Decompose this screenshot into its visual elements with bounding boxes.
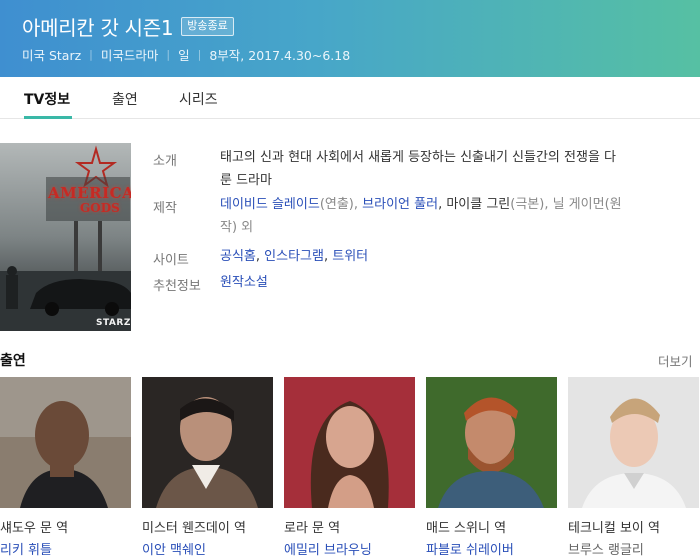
cast-actor-link[interactable]: 파블로 쉬레이버	[426, 539, 514, 558]
portrait-image	[284, 377, 415, 508]
cast-photo[interactable]	[142, 377, 273, 508]
cast-role: 매드 스위니 역	[426, 521, 507, 536]
meta-separator: |	[89, 48, 93, 61]
intro-label: 소개	[153, 154, 177, 169]
intro-line-2: 룬 드라마	[220, 173, 272, 188]
site-label: 사이트	[153, 253, 189, 268]
site-link-instagram[interactable]: 인스타그램	[264, 249, 324, 264]
portrait-image	[426, 377, 557, 508]
poster-brand-logo: STARZ	[96, 318, 131, 328]
site-link-official[interactable]: 공식홈	[220, 249, 256, 264]
original-role-open: (원	[604, 197, 622, 212]
site-separator: ,	[323, 249, 333, 264]
header-banner: 아메리칸 갓 시즌1 방송종료 미국 Starz | 미국드라마 | 일 | 8…	[0, 0, 700, 77]
intro-text: 태고의 신과 현대 사회에서 새롭게 등장하는 신출내기 신들간의 전쟁을 다 …	[220, 146, 680, 192]
portrait-image	[142, 377, 273, 508]
meta-day: 일	[178, 48, 190, 63]
site-link-twitter[interactable]: 트위터	[332, 249, 368, 264]
cast-role: 테크니컬 보이 역	[568, 521, 660, 536]
portrait-image	[568, 377, 699, 508]
recommend-text: 원작소설	[220, 271, 268, 294]
program-meta: 미국 Starz | 미국드라마 | 일 | 8부작, 2017.4.30~6.…	[22, 45, 350, 64]
site-links: 공식홈, 인스타그램, 트위터	[220, 245, 368, 268]
intro-line-1: 태고의 신과 현대 사회에서 새롭게 등장하는 신출내기 신들간의 전쟁을 다	[220, 150, 616, 165]
title-row: 아메리칸 갓 시즌1 방송종료	[22, 12, 234, 41]
cast-actor-name: 브루스 랭글리	[568, 543, 644, 558]
status-badge: 방송종료	[181, 17, 234, 36]
director-link-1[interactable]: 데이비드 슬레이드	[220, 197, 320, 212]
poster-sign-text-2: GODS	[80, 201, 120, 215]
production-label: 제작	[153, 201, 177, 216]
cast-role: 로라 문 역	[284, 521, 341, 536]
cast-actor-link[interactable]: 이안 맥쉐인	[142, 539, 206, 558]
meta-genre: 미국드라마	[100, 48, 159, 63]
page-title[interactable]: 아메리칸 갓 시즌1	[22, 12, 174, 41]
original-role-close: 작) 외	[220, 220, 254, 235]
production-text: 데이비드 슬레이드(연출), 브라이언 풀러, 마이클 그린(극본), 닐 게이…	[220, 193, 690, 239]
tab-tv-info[interactable]: TV정보	[24, 89, 70, 109]
meta-separator: |	[166, 48, 171, 61]
cast-role: 섀도우 문 역	[0, 521, 69, 536]
cast-role: 미스터 웬즈데이 역	[142, 521, 246, 536]
more-link[interactable]: 더보기	[658, 351, 693, 370]
cast-photo[interactable]	[568, 377, 699, 508]
cast-heading: 출연	[0, 353, 26, 369]
active-tab-indicator	[24, 116, 72, 119]
director-role: (연출),	[319, 197, 363, 212]
meta-channel: 미국 Starz	[22, 48, 82, 63]
recommend-link-novel[interactable]: 원작소설	[220, 275, 268, 290]
meta-episodes: 8부작, 2017.4.30~6.18	[209, 48, 351, 63]
poster-image[interactable]: AMERICAN GODS STARZ	[0, 143, 131, 331]
poster-sign-text: AMERICAN	[48, 184, 131, 202]
cast-photo[interactable]	[426, 377, 557, 508]
recommend-label: 추천정보	[153, 279, 201, 294]
writer-role: (극본), 닐 게이먼	[510, 197, 605, 212]
cast-actor-link[interactable]: 에밀리 브라우닝	[284, 539, 372, 558]
cast-photo[interactable]	[0, 377, 131, 508]
tab-bar: TV정보 출연 시리즈	[0, 77, 700, 119]
meta-separator: |	[197, 48, 202, 61]
writer-names: , 마이클 그린	[438, 197, 511, 212]
tab-series[interactable]: 시리즈	[179, 89, 218, 109]
poster-artwork	[0, 143, 131, 331]
cast-photo[interactable]	[284, 377, 415, 508]
cast-actor-link[interactable]: 리키 휘틀	[0, 539, 52, 558]
tab-cast[interactable]: 출연	[112, 89, 138, 109]
portrait-image	[0, 377, 131, 508]
director-link-2[interactable]: 브라이언 풀러	[362, 197, 438, 212]
site-separator: ,	[255, 249, 265, 264]
